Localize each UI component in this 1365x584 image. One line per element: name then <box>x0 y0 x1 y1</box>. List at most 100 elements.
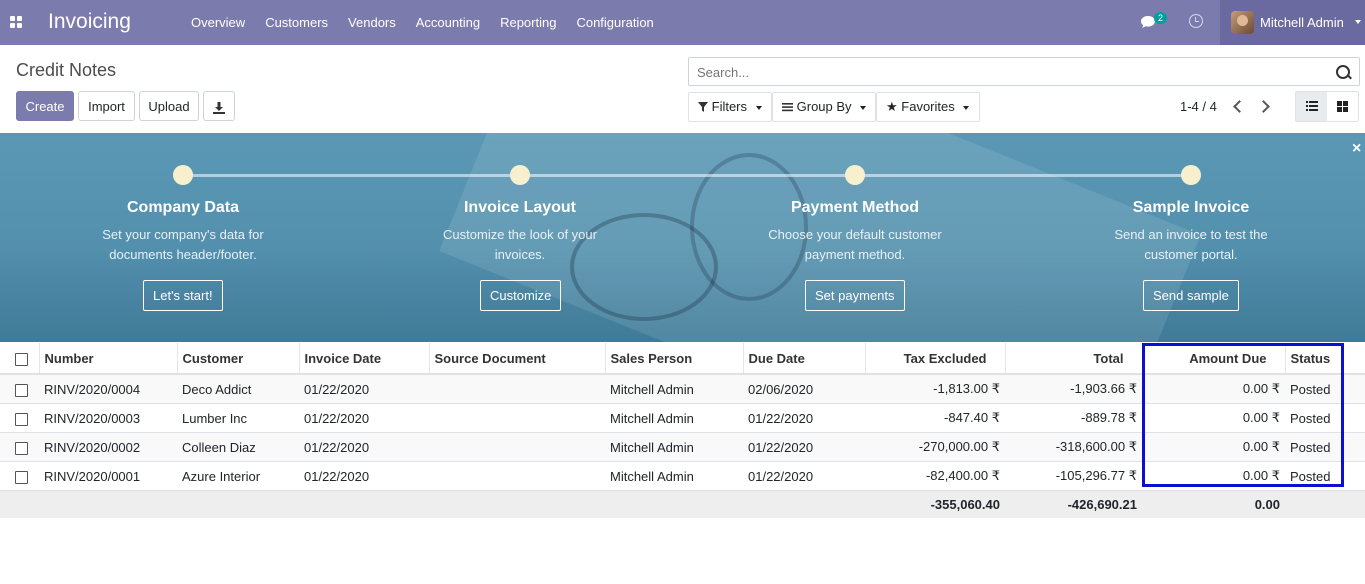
table-row[interactable]: RINV/2020/0003 Lumber Inc 01/22/2020 Mit… <box>0 403 1365 433</box>
cell-total: -889.78 ₹ <box>1005 403 1142 433</box>
cell-sales-person: Mitchell Admin <box>605 403 743 433</box>
cell-number: RINV/2020/0001 <box>39 461 177 491</box>
cell-total: -318,600.00 ₹ <box>1005 432 1142 462</box>
cell-sales-person: Mitchell Admin <box>605 374 743 404</box>
total-total: -426,690.21 <box>1005 490 1142 518</box>
progress-line <box>183 174 1191 177</box>
view-switcher <box>1295 91 1359 122</box>
row-checkbox[interactable] <box>15 412 28 426</box>
user-name: Mitchell Admin <box>1260 15 1344 30</box>
group-by-dropdown[interactable]: Group By <box>772 92 876 122</box>
column-due-date[interactable]: Due Date <box>743 343 866 375</box>
column-amount-due[interactable]: Amount Due <box>1142 343 1286 375</box>
cell-source-document <box>429 432 605 462</box>
menu-configuration[interactable]: Configuration <box>566 0 663 45</box>
table-row[interactable]: RINV/2020/0002 Colleen Diaz 01/22/2020 M… <box>0 432 1365 462</box>
menu-accounting[interactable]: Accounting <box>406 0 490 45</box>
total-tax-excluded: -355,060.40 <box>865 490 1005 518</box>
column-total[interactable]: Total <box>1005 343 1143 375</box>
column-invoice-date[interactable]: Invoice Date <box>299 343 430 375</box>
cell-invoice-date: 01/22/2020 <box>299 461 429 491</box>
cell-customer: Colleen Diaz <box>177 432 299 462</box>
filters-label: Filters <box>711 99 748 114</box>
cell-source-document <box>429 374 605 404</box>
step-dot <box>1181 165 1201 185</box>
column-tax-excluded[interactable]: Tax Excluded <box>865 343 1006 375</box>
filters-dropdown[interactable]: Filters <box>688 92 772 122</box>
pager-value[interactable]: 1-4 / 4 <box>1180 99 1217 114</box>
row-checkbox[interactable] <box>15 441 28 455</box>
select-all-cell <box>0 343 40 375</box>
column-sales-person[interactable]: Sales Person <box>605 343 744 375</box>
customize-button[interactable]: Customize <box>480 280 562 311</box>
step-description: Customize the look of your invoices. <box>443 227 597 262</box>
cell-customer: Lumber Inc <box>177 403 299 433</box>
upload-button[interactable]: Upload <box>139 91 199 121</box>
row-select-cell <box>0 403 39 433</box>
step-title: Sample Invoice <box>1132 199 1250 216</box>
totals-row: -355,060.40 -426,690.21 0.00 <box>0 490 1365 518</box>
kanban-view-icon <box>1337 101 1348 112</box>
apps-grid-icon[interactable] <box>10 16 23 29</box>
step-description: Send an invoice to test the customer por… <box>1114 227 1268 262</box>
totals-empty <box>177 490 299 518</box>
step-title: Payment Method <box>790 199 919 216</box>
totals-empty <box>39 490 177 518</box>
cell-source-document <box>429 403 605 433</box>
cell-invoice-date: 01/22/2020 <box>299 374 429 404</box>
cell-due-date: 01/22/2020 <box>743 461 865 491</box>
top-navbar: Invoicing Overview Customers Vendors Acc… <box>0 0 1365 45</box>
onboarding-banner: × Company Data Set your company's data f… <box>0 133 1365 342</box>
cell-status: Posted <box>1285 432 1365 462</box>
cell-invoice-date: 01/22/2020 <box>299 432 429 462</box>
menu-overview[interactable]: Overview <box>181 0 255 45</box>
list-view-button[interactable] <box>1296 92 1327 121</box>
download-button[interactable] <box>203 91 235 121</box>
cell-amount-due: 0.00 ₹ <box>1142 432 1285 462</box>
menu-reporting[interactable]: Reporting <box>490 0 566 45</box>
menu-vendors[interactable]: Vendors <box>338 0 406 45</box>
chevron-left-icon[interactable] <box>1233 100 1246 113</box>
table-header-row: Number Customer Invoice Date Source Docu… <box>0 343 1365 375</box>
send-sample-button[interactable]: Send sample <box>1143 280 1239 311</box>
step-dot <box>845 165 865 185</box>
list-bars-icon <box>782 103 793 112</box>
search-box <box>688 57 1360 86</box>
set-payments-button[interactable]: Set payments <box>805 280 905 311</box>
row-select-cell <box>0 461 39 491</box>
search-icon[interactable] <box>1336 65 1350 79</box>
activity-clock-icon[interactable] <box>1189 14 1203 28</box>
select-all-checkbox[interactable] <box>15 352 28 366</box>
chevron-down-icon <box>1355 20 1361 24</box>
column-number[interactable]: Number <box>39 343 178 375</box>
step-dot <box>510 165 530 185</box>
row-select-cell <box>0 432 39 462</box>
cell-tax-excluded: -847.40 ₹ <box>865 403 1005 433</box>
menu-customers[interactable]: Customers <box>255 0 338 45</box>
table-row[interactable]: RINV/2020/0001 Azure Interior 01/22/2020… <box>0 461 1365 491</box>
column-status[interactable]: Status <box>1285 343 1365 375</box>
download-icon <box>213 101 225 114</box>
cell-status: Posted <box>1285 374 1365 404</box>
column-customer[interactable]: Customer <box>177 343 300 375</box>
row-checkbox[interactable] <box>15 470 28 484</box>
column-source-document[interactable]: Source Document <box>429 343 606 375</box>
step-title: Company Data <box>126 199 240 216</box>
cell-total: -1,903.66 ₹ <box>1005 374 1142 404</box>
close-icon[interactable]: × <box>1352 140 1361 158</box>
avatar <box>1231 11 1254 34</box>
chevron-right-icon[interactable] <box>1257 100 1270 113</box>
row-checkbox[interactable] <box>15 383 28 397</box>
lets-start-button[interactable]: Let's start! <box>143 280 223 311</box>
user-menu[interactable]: Mitchell Admin <box>1220 0 1365 45</box>
favorites-dropdown[interactable]: ★ Favorites <box>876 92 980 122</box>
search-input[interactable] <box>695 64 1319 81</box>
filter-icon <box>698 102 708 112</box>
chat-count-badge: 2 <box>1154 12 1168 24</box>
kanban-view-button[interactable] <box>1328 92 1359 121</box>
row-select-cell <box>0 374 39 404</box>
table-row[interactable]: RINV/2020/0004 Deco Addict 01/22/2020 Mi… <box>0 374 1365 404</box>
import-button[interactable]: Import <box>78 91 135 121</box>
create-button[interactable]: Create <box>16 91 74 121</box>
totals-empty <box>429 490 605 518</box>
